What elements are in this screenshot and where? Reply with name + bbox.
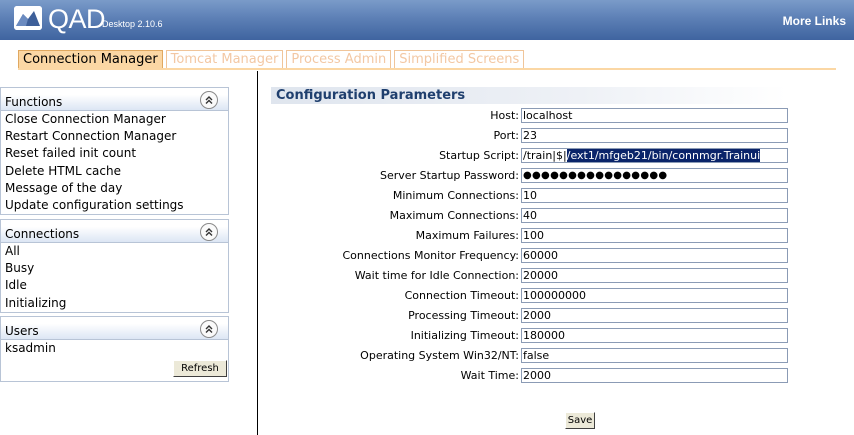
tab-bar: Connection Manager Tomcat Manager Proces…: [0, 40, 854, 71]
app-logo-text: QAD: [48, 4, 106, 34]
wait-time-field[interactable]: 2000: [521, 368, 788, 383]
wait-time-idle-connection-label: Wait time for Idle Connection:: [354, 269, 519, 282]
sidebar-item-reset-failed-init-count[interactable]: Reset failed init count: [1, 145, 228, 162]
sidebar-item-idle[interactable]: Idle: [1, 277, 228, 294]
wait-time-idle-connection-field[interactable]: 20000: [521, 268, 788, 283]
collapse-icon[interactable]: [200, 320, 218, 338]
sidebar-item-update-configuration-settings[interactable]: Update configuration settings: [1, 197, 228, 214]
connection-timeout-label: Connection Timeout:: [404, 289, 519, 302]
maximum-connections-field[interactable]: 40: [521, 208, 788, 223]
functions-panel-title: Functions: [5, 95, 63, 109]
app-header: QAD Desktop 2.10.6 More Links: [0, 0, 854, 40]
tab-process-admin[interactable]: Process Admin: [286, 50, 392, 68]
maximum-connections-label: Maximum Connections:: [389, 209, 519, 222]
tab-connection-manager[interactable]: Connection Manager: [18, 50, 163, 68]
users-panel-header: Users: [1, 317, 228, 340]
functions-panel: Functions Close Connection Manager Resta…: [0, 87, 229, 216]
minimum-connections-label: Minimum Connections:: [392, 189, 519, 202]
host-field[interactable]: localhost: [521, 108, 788, 123]
sidebar-item-delete-html-cache[interactable]: Delete HTML cache: [1, 163, 228, 180]
connections-panel-title: Connections: [5, 227, 80, 241]
startup-script-text: /train|$|: [523, 149, 567, 162]
connections-monitor-frequency-field[interactable]: 60000: [521, 248, 788, 263]
app-version: Desktop 2.10.6: [102, 19, 163, 29]
minimum-connections-field[interactable]: 10: [521, 188, 788, 203]
initializing-timeout-field[interactable]: 180000: [521, 328, 788, 343]
startup-script-field[interactable]: /train|$|/ext1/mfgeb21/bin/connmgr.Train…: [521, 148, 788, 163]
startup-script-label: Startup Script:: [439, 149, 519, 162]
maximum-failures-field[interactable]: 100: [521, 228, 788, 243]
sidebar-item-ksadmin[interactable]: ksadmin: [1, 340, 228, 357]
connections-panel: Connections All Busy Idle Initializing: [0, 219, 229, 313]
server-startup-password-label: Server Startup Password:: [380, 169, 519, 182]
qad-logo-icon: [14, 6, 42, 30]
operating-system-field[interactable]: false: [521, 348, 788, 363]
config-section-title: Configuration Parameters: [271, 87, 787, 104]
wait-time-label: Wait Time:: [460, 369, 519, 382]
sidebar: Functions Close Connection Manager Resta…: [0, 71, 258, 435]
processing-timeout-field[interactable]: 2000: [521, 308, 788, 323]
sidebar-item-restart-connection-manager[interactable]: Restart Connection Manager: [1, 128, 228, 145]
server-startup-password-field[interactable]: ●●●●●●●●●●●●●●●●: [521, 168, 788, 183]
operating-system-label: Operating System Win32/NT:: [360, 349, 519, 362]
refresh-button[interactable]: Refresh: [173, 360, 227, 377]
initializing-timeout-label: Initializing Timeout:: [410, 329, 519, 342]
connection-timeout-field[interactable]: 100000000: [521, 288, 788, 303]
connections-monitor-frequency-label: Connections Monitor Frequency:: [342, 249, 519, 262]
sidebar-item-initializing[interactable]: Initializing: [1, 295, 228, 312]
port-field[interactable]: 23: [521, 128, 788, 143]
sidebar-item-close-connection-manager[interactable]: Close Connection Manager: [1, 111, 228, 128]
sidebar-item-message-of-the-day[interactable]: Message of the day: [1, 180, 228, 197]
tab-simplified-screens[interactable]: Simplified Screens: [394, 50, 525, 68]
port-label: Port:: [493, 129, 519, 142]
connections-panel-header: Connections: [1, 220, 228, 243]
tab-underline: [18, 68, 836, 70]
functions-panel-header: Functions: [1, 88, 228, 111]
collapse-icon[interactable]: [200, 223, 218, 241]
sidebar-item-all[interactable]: All: [1, 243, 228, 260]
save-button[interactable]: Save: [565, 412, 595, 429]
maximum-failures-label: Maximum Failures:: [415, 229, 519, 242]
host-label: Host:: [490, 109, 519, 122]
more-links-link[interactable]: More Links: [783, 14, 846, 28]
startup-script-selected-text: /ext1/mfgeb21/bin/connmgr.Trainui: [566, 149, 761, 162]
processing-timeout-label: Processing Timeout:: [408, 309, 519, 322]
tab-tomcat-manager[interactable]: Tomcat Manager: [165, 50, 284, 68]
sidebar-item-busy[interactable]: Busy: [1, 260, 228, 277]
users-panel-title: Users: [5, 324, 39, 338]
collapse-icon[interactable]: [200, 91, 218, 109]
